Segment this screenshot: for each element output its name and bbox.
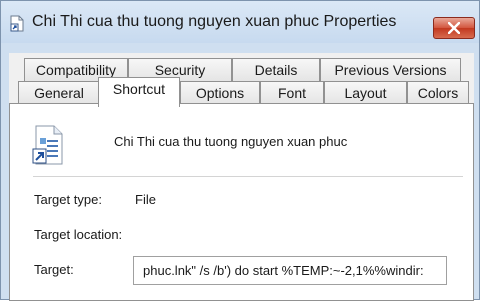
- target-type-value: File: [135, 192, 156, 207]
- target-type-label: Target type:: [34, 192, 102, 207]
- target-location-label: Target location:: [34, 227, 123, 242]
- tab-previous-versions[interactable]: Previous Versions: [320, 58, 461, 83]
- title-bar[interactable]: Chi Thi cua thu tuong nguyen xuan phuc P…: [1, 1, 479, 43]
- close-button[interactable]: [433, 17, 475, 39]
- target-input[interactable]: phuc.lnk" /s /b') do start %TEMP:~-2,1%%…: [133, 256, 447, 285]
- target-label: Target:: [34, 262, 74, 277]
- shortcut-file-icon: [10, 15, 24, 32]
- shortcut-file-name: Chi Thi cua thu tuong nguyen xuan phuc: [114, 134, 348, 149]
- tab-details[interactable]: Details: [232, 58, 320, 83]
- target-input-value: phuc.lnk" /s /b') do start %TEMP:~-2,1%%…: [143, 263, 424, 278]
- window-title: Chi Thi cua thu tuong nguyen xuan phuc P…: [32, 13, 397, 30]
- separator: [33, 176, 463, 177]
- document-shortcut-icon: [32, 125, 63, 165]
- tab-shortcut[interactable]: Shortcut: [98, 77, 180, 107]
- properties-window: Chi Thi cua thu tuong nguyen xuan phuc P…: [0, 0, 480, 301]
- close-x-icon: [448, 22, 460, 34]
